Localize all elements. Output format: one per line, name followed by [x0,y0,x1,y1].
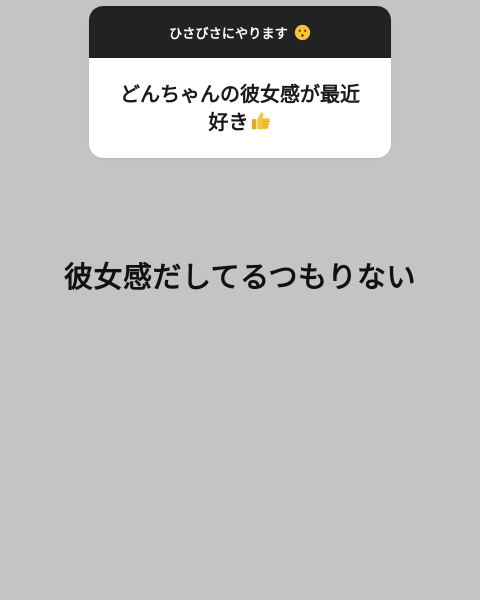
answer-text: どんちゃんの彼女感が最近好き [111,80,369,136]
question-sticker-header: ひさびさにやります [89,6,391,58]
question-prompt: ひさびさにやります [169,26,288,42]
thumbs-up-icon [250,110,272,132]
kissing-face-icon [294,24,311,41]
question-sticker-body: どんちゃんの彼女感が最近好き [89,58,391,158]
question-sticker[interactable]: ひさびさにやります どんちゃんの彼女感が最近好き [89,6,391,158]
story-caption: 彼女感だしてるつもりない [64,260,416,294]
answer-text-content: どんちゃんの彼女感が最近好き [120,82,360,134]
story-canvas: ひさびさにやります どんちゃんの彼女感が最近好き 彼女感だしてるつもりない [0,0,480,600]
